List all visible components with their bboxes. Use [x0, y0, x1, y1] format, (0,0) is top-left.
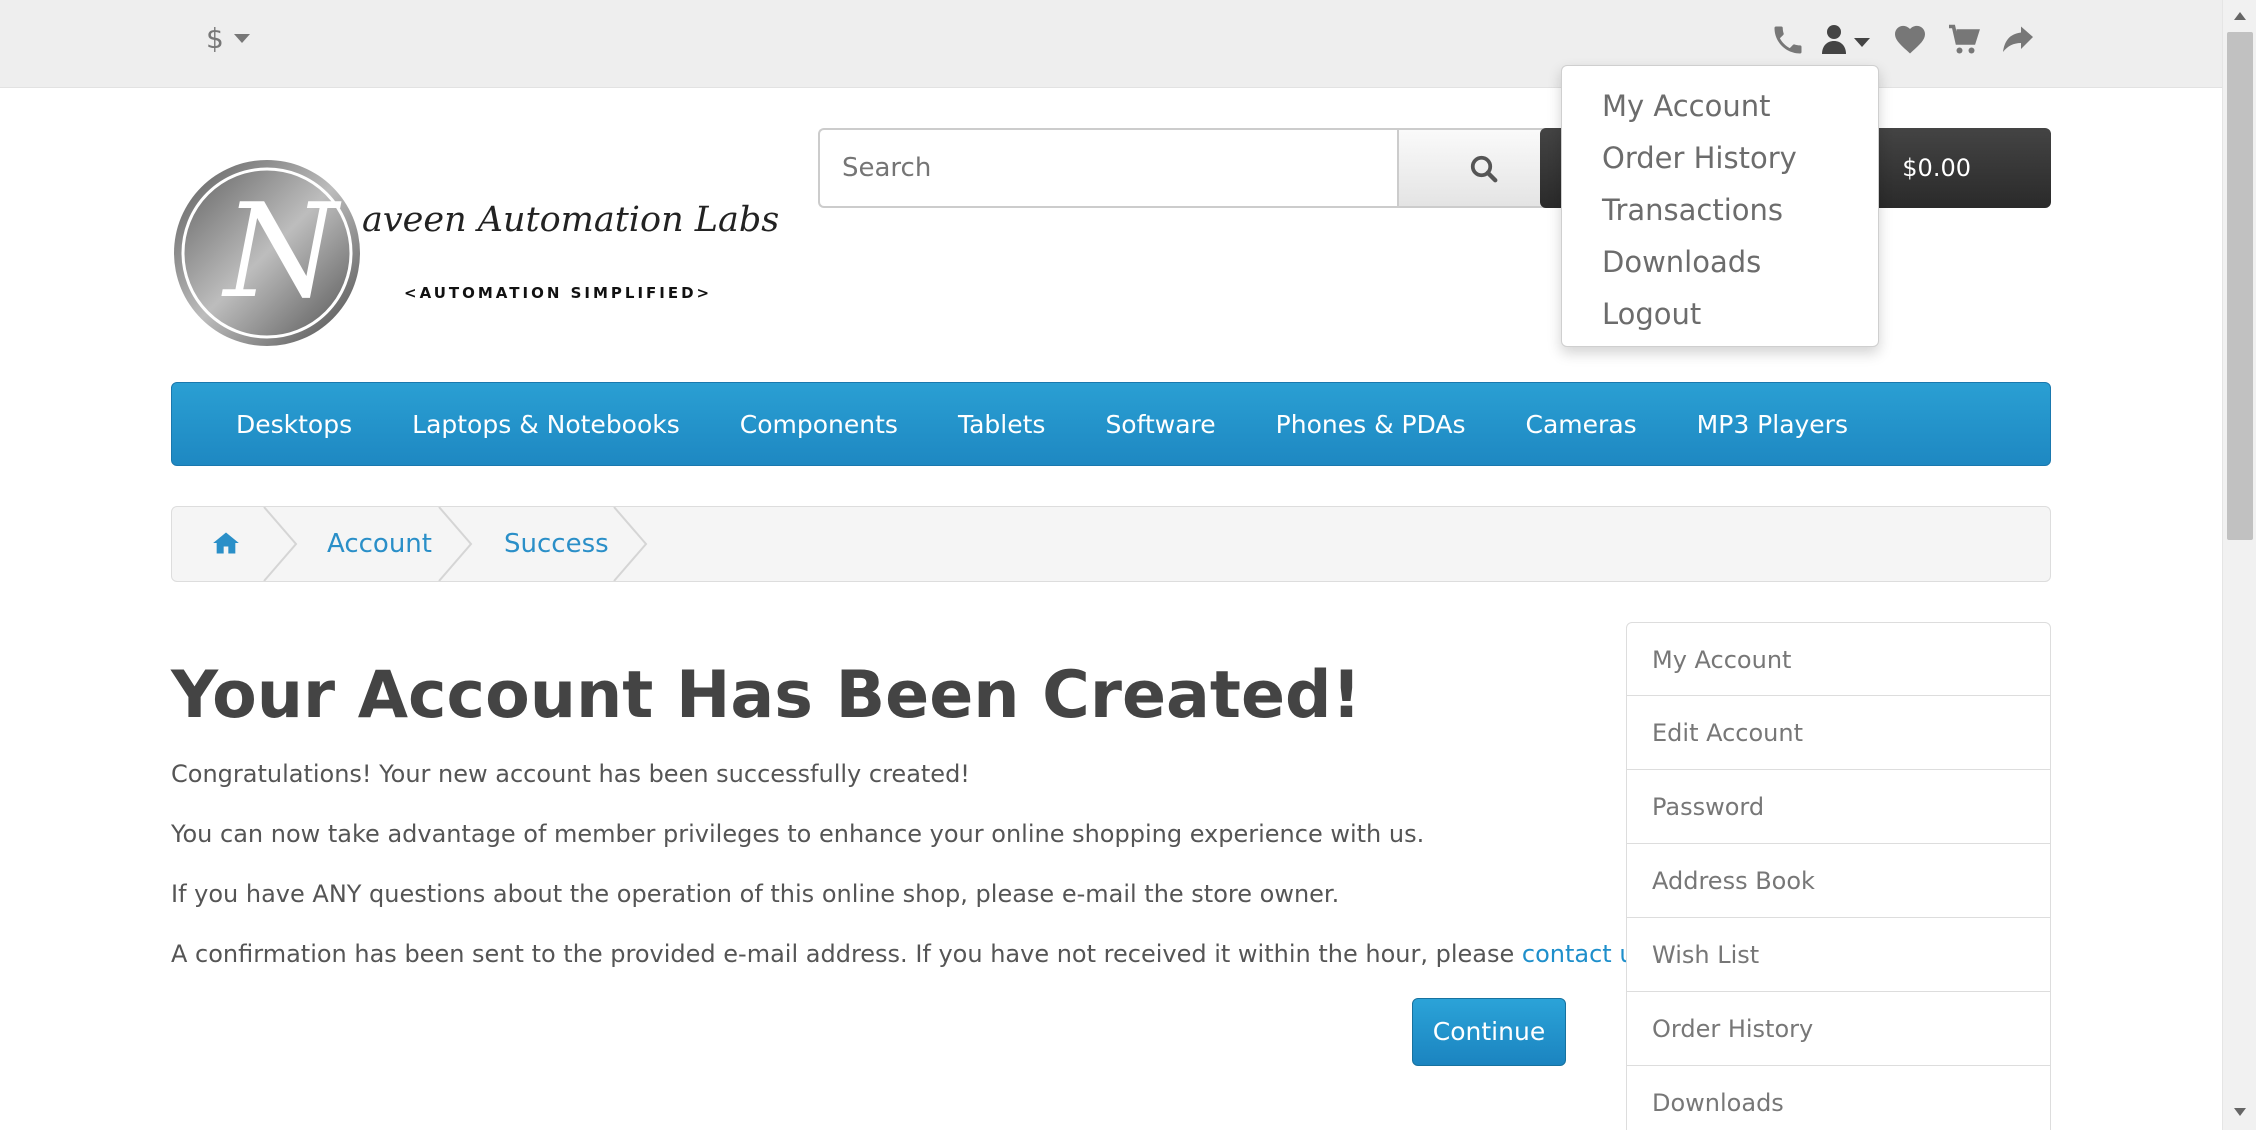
currency-symbol: $ — [206, 22, 224, 55]
currency-dropdown[interactable]: $ — [206, 22, 250, 55]
dropdown-item-transactions[interactable]: Transactions — [1562, 184, 1878, 236]
menu-item-mp3-players[interactable]: MP3 Players — [1667, 410, 1878, 439]
dropdown-item-my-account[interactable]: My Account — [1562, 80, 1878, 132]
breadcrumb: Account Success — [171, 506, 2051, 582]
dropdown-item-logout[interactable]: Logout — [1562, 288, 1878, 340]
dropdown-item-order-history[interactable]: Order History — [1562, 132, 1878, 184]
breadcrumb-item-success[interactable]: Success — [504, 507, 609, 581]
confirmation-text: A confirmation has been sent to the prov… — [171, 940, 1522, 968]
account-dropdown-menu: My Account Order History Transactions Do… — [1561, 65, 1879, 347]
user-icon — [1822, 25, 1846, 54]
menu-item-desktops[interactable]: Desktops — [206, 410, 382, 439]
page-scrollbar[interactable] — [2222, 0, 2256, 1130]
account-dropdown-toggle[interactable] — [1822, 22, 1874, 58]
menu-item-phones-pdas[interactable]: Phones & PDAs — [1246, 410, 1496, 439]
sidebar-item-address-book[interactable]: Address Book — [1626, 844, 2051, 918]
top-bar: $ — [0, 0, 2222, 88]
sidebar-item-my-account[interactable]: My Account — [1626, 622, 2051, 696]
search-icon — [1470, 155, 1498, 183]
account-sidebar: My Account Edit Account Password Address… — [1626, 622, 2051, 1130]
sidebar-item-edit-account[interactable]: Edit Account — [1626, 696, 2051, 770]
heart-icon[interactable] — [1892, 22, 1928, 58]
menu-item-cameras[interactable]: Cameras — [1496, 410, 1667, 439]
breadcrumb-item-account[interactable]: Account — [327, 507, 432, 581]
success-message: Congratulations! Your new account has be… — [171, 760, 970, 788]
dropdown-item-downloads[interactable]: Downloads — [1562, 236, 1878, 288]
cart-total: $0.00 — [1902, 154, 1971, 182]
logo-letter: N — [224, 175, 338, 327]
main-menu: Desktops Laptops & Notebooks Components … — [171, 382, 2051, 466]
scrollbar-thumb[interactable] — [2227, 32, 2253, 540]
sidebar-item-wish-list[interactable]: Wish List — [1626, 918, 2051, 992]
scroll-up-arrow-icon[interactable] — [2234, 12, 2246, 20]
menu-item-software[interactable]: Software — [1075, 410, 1245, 439]
page-title: Your Account Has Been Created! — [171, 658, 1362, 733]
breadcrumb-separator — [263, 507, 298, 581]
scroll-down-arrow-icon[interactable] — [2234, 1108, 2246, 1116]
phone-icon[interactable] — [1770, 22, 1806, 58]
home-icon[interactable] — [212, 529, 240, 557]
site-logo[interactable]: N aveen Automation Labs <AUTOMATION SIMP… — [172, 158, 779, 352]
logo-text: aveen Automation Labs — [362, 200, 780, 240]
chevron-down-icon — [233, 34, 250, 43]
questions-message: If you have ANY questions about the oper… — [171, 880, 1340, 908]
breadcrumb-separator — [438, 507, 473, 581]
menu-item-laptops-notebooks[interactable]: Laptops & Notebooks — [382, 410, 710, 439]
sidebar-item-downloads[interactable]: Downloads — [1626, 1066, 2051, 1130]
logo-tagline: <AUTOMATION SIMPLIFIED> — [404, 284, 713, 302]
menu-item-tablets[interactable]: Tablets — [928, 410, 1075, 439]
menu-item-components[interactable]: Components — [710, 410, 928, 439]
sidebar-item-order-history[interactable]: Order History — [1626, 992, 2051, 1066]
confirmation-message: A confirmation has been sent to the prov… — [171, 940, 1655, 968]
continue-button[interactable]: Continue — [1412, 998, 1566, 1066]
privileges-message: You can now take advantage of member pri… — [171, 820, 1425, 848]
sidebar-item-password[interactable]: Password — [1626, 770, 2051, 844]
chevron-down-icon — [1854, 38, 1870, 47]
search-input[interactable] — [818, 128, 1398, 208]
share-icon[interactable] — [2000, 22, 2036, 58]
cart-icon[interactable] — [1946, 22, 1982, 58]
breadcrumb-separator — [613, 507, 648, 581]
